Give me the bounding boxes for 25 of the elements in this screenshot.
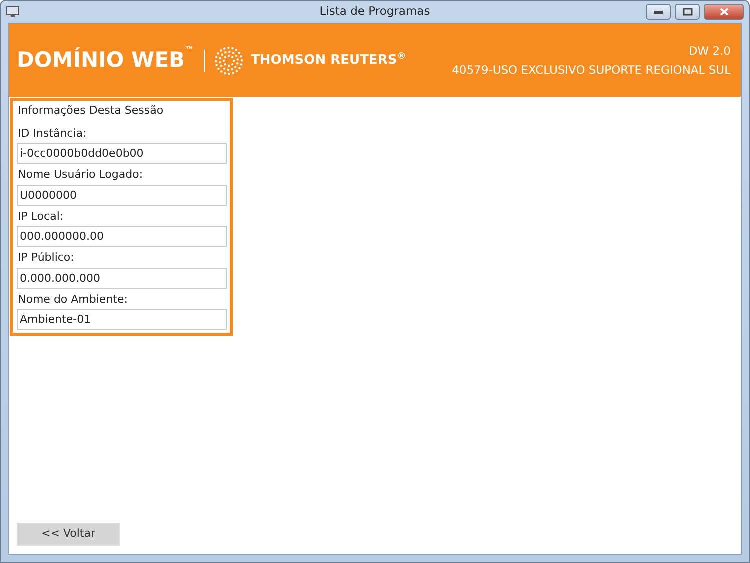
panel-title: Informações Desta Sessão	[18, 103, 165, 119]
close-button[interactable]	[704, 4, 744, 20]
maximize-button[interactable]	[675, 4, 700, 20]
window-title: Lista de Programas	[320, 3, 430, 20]
minimize-icon	[654, 10, 663, 14]
close-icon	[720, 8, 728, 16]
maximize-icon	[682, 8, 692, 16]
input-field[interactable]: 0.000.000.000	[17, 268, 227, 288]
input-field[interactable]: i-0cc0000b0dd0e0b00	[17, 143, 227, 164]
field-label: IP Local:	[18, 208, 65, 224]
back-button[interactable]: << Voltar	[17, 523, 120, 546]
field-label: ID Instância:	[18, 126, 88, 142]
app-icon	[6, 6, 20, 18]
input-field[interactable]: 000.000000.00	[17, 226, 227, 247]
dotted-circle-logo-icon	[215, 46, 244, 74]
license-text: 40579-USO EXCLUSIVO SUPORTE REGIONAL SUL	[452, 62, 731, 78]
version-text: DW 2.0	[688, 42, 731, 60]
minimize-button[interactable]	[646, 4, 671, 20]
brand-logo-text: DOMÍNIO WEB™	[17, 44, 194, 74]
input-field[interactable]: Ambiente-01	[17, 309, 227, 330]
field-label: Nome do Ambiente:	[18, 292, 129, 308]
input-field[interactable]: U0000000	[17, 184, 227, 206]
partner-logo-text: THOMSON REUTERS®	[251, 50, 406, 70]
field-label: IP Público:	[18, 250, 76, 266]
field-label: Nome Usuário Logado:	[18, 167, 144, 183]
